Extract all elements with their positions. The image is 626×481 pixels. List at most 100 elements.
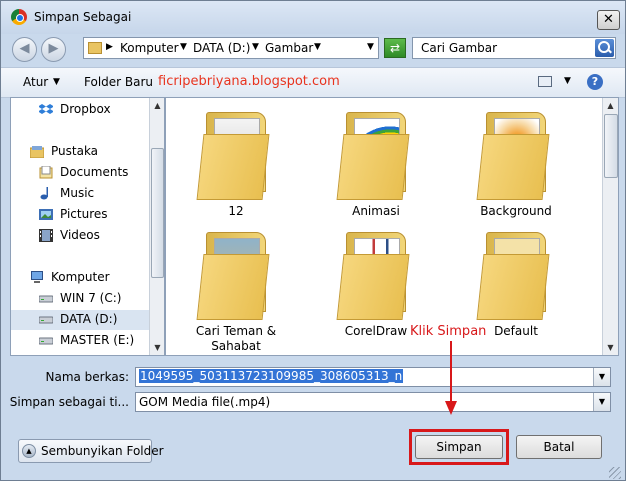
folder-label: Background [480, 204, 552, 218]
savetype-select[interactable]: GOM Media file(.mp4) ▼ [135, 392, 611, 412]
resize-grip[interactable] [609, 467, 621, 479]
sidebar-item-drive-c[interactable]: WIN 7 (C:) [11, 289, 149, 309]
forward-arrow-icon: ▶ [48, 41, 59, 56]
sidebar-item-drive-d[interactable]: DATA (D:) [11, 310, 149, 330]
chevron-right-icon[interactable]: ▶ [106, 42, 113, 52]
address-history-dropdown[interactable]: ▼ [367, 42, 374, 52]
navigation-pane: Dropbox Pustaka Documents Music Pictures… [10, 97, 165, 356]
chevron-down-icon[interactable]: ▼ [180, 42, 187, 52]
command-toolbar: Atur ▼ Folder Baru ficripebriyana.blogsp… [1, 67, 625, 98]
collapse-icon: ▲ [22, 444, 36, 458]
filename-value: 1049595_503113723109985_308605313_n [139, 369, 404, 383]
close-button[interactable]: ✕ [597, 10, 620, 30]
chevron-down-icon[interactable]: ▼ [593, 368, 610, 386]
back-arrow-icon: ◀ [19, 41, 30, 56]
sidebar-item-label: Komputer [51, 270, 110, 284]
sidebar-item-label: Videos [60, 228, 100, 242]
window-title: Simpan Sebagai [34, 10, 132, 24]
drive-icon [39, 316, 53, 324]
sidebar-item-dropbox[interactable]: Dropbox [11, 100, 149, 120]
file-list-pane: 12 Animasi Background Cari Teman & Sahab… [165, 97, 619, 356]
sidebar-item-label: Dropbox [60, 102, 111, 116]
organize-menu[interactable]: Atur [23, 75, 48, 89]
chevron-down-icon[interactable]: ▼ [252, 42, 259, 52]
folder-icon [196, 134, 270, 200]
savetype-value: GOM Media file(.mp4) [139, 395, 271, 409]
sidebar-item-label: MASTER (E:) [60, 333, 135, 347]
annotation-highlight-box [409, 429, 509, 465]
sidebar-item-label: Pictures [60, 207, 108, 221]
forward-button[interactable]: ▶ [41, 37, 66, 62]
chevron-down-icon[interactable]: ▼ [564, 76, 571, 86]
save-as-dialog: Simpan Sebagai ✕ ◀ ▶ ▶ Komputer ▼ DATA (… [0, 0, 626, 481]
title-bar: Simpan Sebagai ✕ [1, 1, 625, 34]
breadcrumb-data-d[interactable]: DATA (D:) [193, 41, 250, 55]
folder-item[interactable]: Cari Teman & Sahabat [176, 224, 296, 353]
dropbox-icon [39, 104, 53, 114]
library-icon [30, 146, 44, 158]
scroll-down-icon[interactable]: ▼ [603, 340, 618, 355]
folder-item[interactable]: Background [456, 104, 576, 224]
drive-icon [39, 337, 53, 345]
music-icon [40, 187, 48, 200]
chevron-down-icon[interactable]: ▼ [314, 42, 321, 52]
sidebar-item-drive-e[interactable]: MASTER (E:) [11, 331, 149, 351]
sidebar-item-videos[interactable]: Videos [11, 226, 149, 246]
sidebar-item-label: Pustaka [51, 144, 99, 158]
sidebar-item-pustaka[interactable]: Pustaka [11, 142, 149, 162]
hide-folders-label: Sembunyikan Folder [41, 444, 164, 458]
folder-label: Animasi [352, 204, 400, 218]
refresh-icon: ⇄ [389, 41, 401, 55]
folder-icon [476, 134, 550, 200]
sidebar-item-label: DATA (D:) [60, 312, 118, 326]
sidebar-item-music[interactable]: Music [11, 184, 149, 204]
sidebar-item-komputer[interactable]: Komputer [11, 268, 149, 288]
breadcrumb-komputer[interactable]: Komputer [120, 41, 179, 55]
close-icon: ✕ [603, 12, 614, 27]
sidebar-scroll-thumb[interactable] [151, 148, 164, 278]
search-icon[interactable] [595, 39, 614, 57]
annotation-arrow-icon [445, 341, 457, 415]
content-scroll-thumb[interactable] [604, 114, 618, 178]
filename-field[interactable]: 1049595_503113723109985_308605313_n ▼ [135, 367, 611, 387]
folder-icon [476, 254, 550, 320]
search-placeholder: Cari Gambar [421, 41, 498, 55]
folder-icon [336, 254, 410, 320]
sidebar-item-label: WIN 7 (C:) [60, 291, 122, 305]
address-bar[interactable]: ▶ Komputer ▼ DATA (D:) ▼ Gambar ▼ ▼ [83, 37, 379, 59]
sidebar-item-pictures[interactable]: Pictures [11, 205, 149, 225]
blog-watermark: ficripebriyana.blogspot.com [158, 74, 340, 89]
videos-icon [39, 229, 53, 242]
folder-item[interactable]: 12 [176, 104, 296, 224]
new-folder-button[interactable]: Folder Baru [84, 75, 153, 89]
back-button[interactable]: ◀ [12, 37, 37, 62]
search-input[interactable]: Cari Gambar [412, 37, 616, 59]
sidebar-item-label: Documents [60, 165, 129, 179]
savetype-label: Simpan sebagai ti... [9, 395, 129, 409]
hide-folders-button[interactable]: ▲ Sembunyikan Folder [18, 439, 164, 463]
breadcrumb-gambar[interactable]: Gambar [265, 41, 313, 55]
sidebar-item-documents[interactable]: Documents [11, 163, 149, 183]
drive-icon [39, 295, 53, 303]
sidebar-item-label: Music [60, 186, 95, 200]
scroll-up-icon[interactable]: ▲ [603, 98, 618, 113]
pictures-icon [39, 209, 53, 220]
help-icon[interactable]: ? [587, 74, 603, 90]
filename-label: Nama berkas: [45, 370, 129, 384]
folder-icon [196, 254, 270, 320]
chevron-down-icon[interactable]: ▼ [593, 393, 610, 411]
scroll-up-icon[interactable]: ▲ [150, 98, 164, 113]
cancel-button[interactable]: Batal [516, 435, 602, 459]
refresh-button[interactable]: ⇄ [384, 38, 406, 58]
annotation-text: Klik Simpan [410, 324, 487, 339]
folder-icon [336, 134, 410, 200]
folder-label: 12 [228, 204, 244, 218]
content-scrollbar[interactable]: ▲ ▼ [602, 98, 618, 355]
folder-item[interactable]: Animasi [316, 104, 436, 224]
folder-label: Cari Teman & Sahabat [195, 324, 277, 353]
chevron-down-icon[interactable]: ▼ [53, 77, 60, 87]
scroll-down-icon[interactable]: ▼ [150, 340, 164, 355]
navigation-bar: ◀ ▶ ▶ Komputer ▼ DATA (D:) ▼ Gambar ▼ ▼ … [1, 34, 625, 64]
view-options-icon[interactable] [538, 76, 552, 87]
sidebar-scrollbar[interactable]: ▲ ▼ [149, 98, 164, 355]
